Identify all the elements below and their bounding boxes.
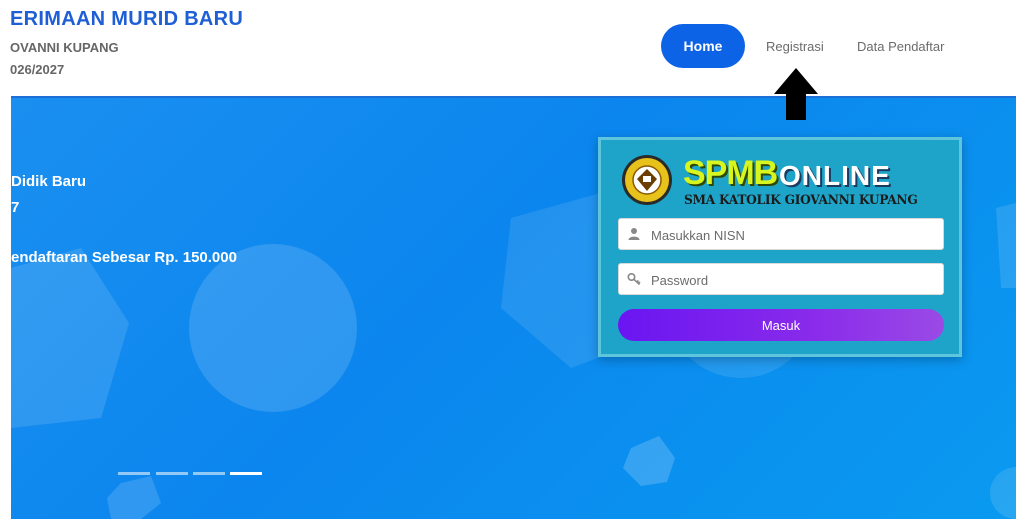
nav-home-button[interactable]: Home [661, 24, 745, 68]
arrow-up-icon [774, 68, 818, 120]
hero-heading: Didik Baru [11, 173, 87, 190]
hero-fee-text: endaftaran Sebesar Rp. 150.000 [11, 249, 237, 266]
user-icon [628, 228, 640, 240]
password-input[interactable] [649, 264, 943, 296]
nav-data-pendaftar-link[interactable]: Data Pendaftar [857, 24, 944, 68]
carousel-dot[interactable] [156, 472, 188, 475]
key-icon [627, 272, 641, 286]
logo-online-text: ONLINE [779, 160, 891, 191]
password-field [618, 263, 944, 296]
nisn-field [618, 218, 944, 251]
nav-registrasi-link[interactable]: Registrasi [766, 24, 824, 68]
carousel-dot-active[interactable] [230, 472, 262, 475]
academic-year: 026/2027 [10, 62, 65, 77]
site-title: ERIMAAN MURID BARU [10, 8, 244, 30]
carousel-dot[interactable] [118, 472, 150, 475]
site-header: ERIMAAN MURID BARU OVANNI KUPANG 026/202… [0, 0, 1016, 96]
logo-school-text: SMA KATOLIK GIOVANNI KUPANG [684, 193, 918, 208]
logo-spmb-text: SPMB [683, 154, 778, 192]
login-card: SPMB ONLINE SMA KATOLIK GIOVANNI KUPANG … [598, 137, 962, 357]
nisn-input[interactable] [649, 219, 943, 251]
login-submit-button[interactable]: Masuk [618, 309, 944, 341]
school-emblem-icon [622, 155, 672, 205]
carousel-dot[interactable] [193, 472, 225, 475]
school-name: OVANNI KUPANG [10, 40, 119, 55]
hero-subheading: 7 [11, 199, 20, 216]
